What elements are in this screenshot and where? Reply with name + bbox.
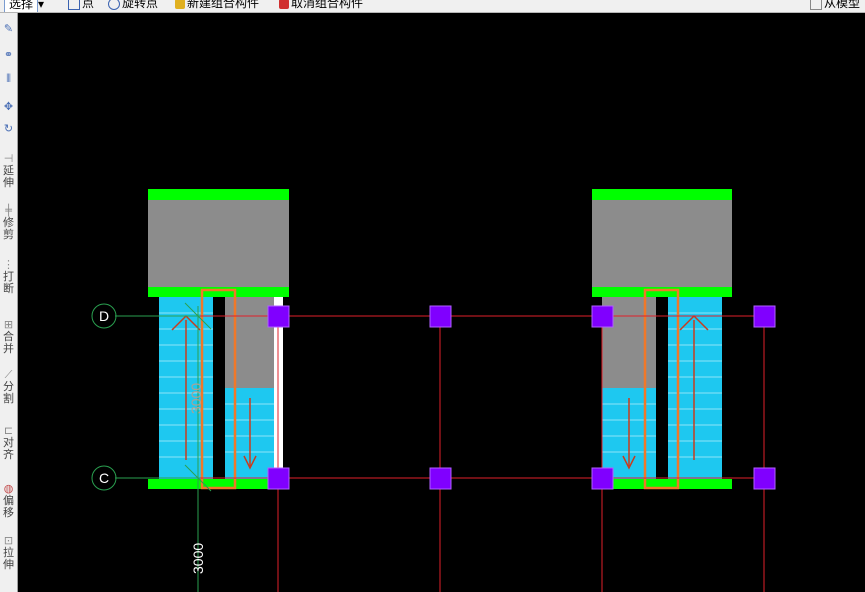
- left-top-beam: [148, 189, 289, 200]
- rotate-icon: ↻: [3, 122, 14, 135]
- move-tool[interactable]: ✥: [0, 101, 17, 113]
- right-stair-run-up: [668, 297, 722, 479]
- column-c3[interactable]: [591, 467, 614, 490]
- new-group-label: 新建组合构件: [187, 0, 260, 10]
- copy-tool[interactable]: ⚭: [0, 49, 17, 61]
- axis-bubble-d[interactable]: D: [91, 303, 117, 329]
- cancel-group-label: 取消组合构件: [291, 0, 364, 10]
- from-model-icon: [810, 0, 822, 10]
- copy-icon: ⚭: [3, 48, 14, 61]
- extend-label: 延伸: [3, 164, 14, 189]
- select-dropdown[interactable]: 选择 ▾: [4, 0, 44, 12]
- right-mid-beam: [592, 287, 732, 297]
- new-group-button[interactable]: 新建组合构件: [175, 0, 259, 11]
- column-d3[interactable]: [591, 305, 614, 328]
- stair-dimension-text: 3000: [188, 383, 204, 414]
- select-label: 选择: [4, 0, 39, 12]
- new-group-icon: [175, 0, 185, 9]
- from-model-button[interactable]: 从模型: [810, 0, 860, 11]
- axis-bubble-c[interactable]: C: [91, 465, 117, 491]
- point-icon: [68, 0, 80, 10]
- drawing-canvas[interactable]: D C 3000 3000: [18, 13, 865, 592]
- break-label: 打断: [3, 270, 14, 295]
- mirror-tool[interactable]: ⫴: [0, 73, 17, 85]
- edit-sidebar: ✎ ⚭ ⫴ ✥ ↻ ⊣ 延伸 ╪ 修剪 ⋮ 打断 ⊞ 合并 ⟋ 分割 ⊏ 对齐 ◍ 偏移 ⊡ 拉…: [0, 13, 18, 592]
- cancel-group-button[interactable]: 取消组合构件: [279, 0, 363, 11]
- split-tool[interactable]: ⟋ 分割: [0, 369, 17, 405]
- right-stair-block[interactable]: [592, 189, 732, 490]
- left-landing-slab: [148, 200, 289, 287]
- align-label: 对齐: [3, 436, 14, 461]
- column-c2[interactable]: [429, 467, 452, 490]
- split-label: 分割: [3, 380, 14, 405]
- column-d1[interactable]: [267, 305, 290, 328]
- column-c1[interactable]: [267, 467, 290, 490]
- top-toolbar: 选择 ▾ 点 旋转点 新建组合构件 取消组合构件 从模型: [0, 0, 865, 13]
- rotate-point-icon: [108, 0, 120, 10]
- offset-tool[interactable]: ◍ 偏移: [0, 483, 17, 519]
- left-stair-block[interactable]: [148, 189, 289, 490]
- column-d2[interactable]: [429, 305, 452, 328]
- right-top-beam: [592, 189, 732, 200]
- point-label: 点: [82, 0, 95, 10]
- point-button[interactable]: 点: [68, 0, 94, 11]
- brush-icon: ✎: [3, 22, 14, 35]
- plan-drawing: D C 3000 3000: [91, 189, 776, 592]
- trim-label: 修剪: [3, 216, 14, 241]
- merge-label: 合并: [3, 330, 14, 355]
- right-landing-slab: [592, 200, 732, 287]
- offset-label: 偏移: [3, 494, 14, 519]
- column-d4[interactable]: [753, 305, 776, 328]
- axis-label-c: C: [99, 470, 109, 486]
- rotate-point-button[interactable]: 旋转点: [108, 0, 158, 11]
- stretch-label: 拉伸: [3, 546, 14, 571]
- rotate-tool[interactable]: ↻: [0, 123, 17, 135]
- brush-tool[interactable]: ✎: [0, 23, 17, 35]
- column-c4[interactable]: [753, 467, 776, 490]
- align-tool[interactable]: ⊏ 对齐: [0, 425, 17, 461]
- merge-tool[interactable]: ⊞ 合并: [0, 319, 17, 355]
- left-mid-beam: [148, 287, 289, 297]
- from-model-label: 从模型: [824, 0, 861, 10]
- mirror-icon: ⫴: [6, 72, 11, 85]
- break-tool[interactable]: ⋮ 打断: [0, 259, 17, 295]
- cancel-group-icon: [279, 0, 289, 9]
- bottom-dimension-text: 3000: [190, 543, 206, 574]
- extend-tool[interactable]: ⊣ 延伸: [0, 153, 17, 189]
- stretch-tool[interactable]: ⊡ 拉伸: [0, 535, 17, 571]
- trim-tool[interactable]: ╪ 修剪: [0, 205, 17, 241]
- axis-label-d: D: [99, 308, 109, 324]
- move-icon: ✥: [3, 100, 14, 113]
- rotate-point-label: 旋转点: [122, 0, 159, 10]
